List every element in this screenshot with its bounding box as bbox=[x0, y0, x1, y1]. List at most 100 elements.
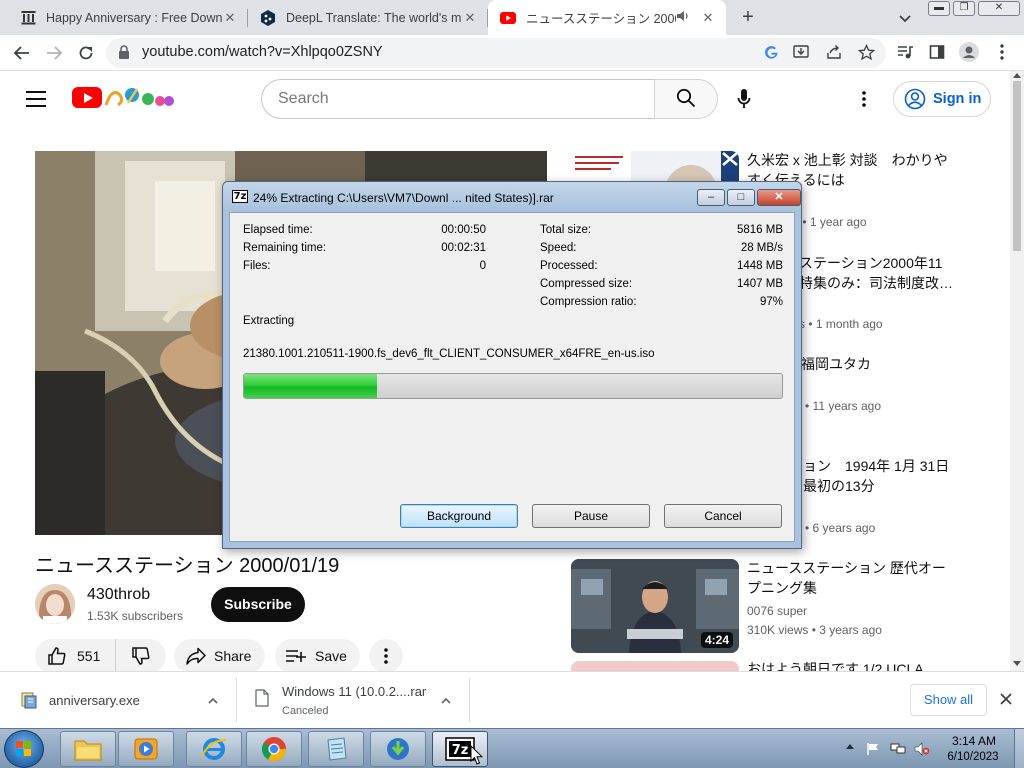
show-hidden-icons[interactable] bbox=[846, 744, 854, 749]
scroll-down-icon[interactable] bbox=[1013, 661, 1021, 666]
more-actions-button[interactable] bbox=[369, 639, 403, 673]
chrome-menu-icon[interactable] bbox=[991, 41, 1013, 63]
files-label: Files: bbox=[243, 260, 271, 272]
profile-icon[interactable] bbox=[958, 41, 980, 63]
side-panel-icon[interactable] bbox=[926, 41, 948, 63]
chevron-up-icon[interactable] bbox=[206, 694, 220, 708]
cancel-button[interactable]: Cancel bbox=[664, 504, 782, 528]
menu-icon[interactable] bbox=[26, 91, 46, 107]
network-icon[interactable] bbox=[890, 742, 906, 756]
show-desktop-button[interactable] bbox=[1014, 729, 1024, 768]
rec-thumbnail[interactable] bbox=[571, 661, 739, 671]
extraction-dialog[interactable]: 7z 24% Extracting C:\Users\VM7\Downl ...… bbox=[222, 181, 802, 549]
scroll-up-icon[interactable] bbox=[1013, 73, 1021, 78]
speed-label: Speed: bbox=[540, 242, 577, 254]
subscribe-button[interactable]: Subscribe bbox=[211, 587, 305, 622]
new-tab-button[interactable]: + bbox=[736, 6, 760, 30]
download-name: Windows 11 (10.0.2....rar bbox=[282, 684, 427, 699]
close-icon[interactable]: ✕ bbox=[700, 10, 716, 26]
pause-button[interactable]: Pause bbox=[532, 504, 650, 528]
dislike-button[interactable] bbox=[115, 639, 166, 673]
share-label: Share bbox=[214, 648, 252, 664]
remaining-time-value: 00:02:31 bbox=[441, 242, 486, 254]
media-control-icon[interactable] bbox=[894, 41, 916, 63]
more-options-icon[interactable] bbox=[852, 87, 876, 111]
clock-time[interactable]: 3:14 AM bbox=[946, 734, 1002, 748]
chevron-up-icon[interactable] bbox=[439, 694, 453, 708]
processed-value: 1448 MB bbox=[736, 260, 783, 272]
download-item[interactable]: anniversary.exe bbox=[0, 672, 236, 729]
page-scrollbar[interactable] bbox=[1010, 71, 1024, 671]
rec-thumbnail[interactable]: 4:24 bbox=[571, 559, 739, 653]
tab-news-station[interactable]: ニュースステーション 2000 ✕ bbox=[488, 0, 726, 35]
sign-in-button[interactable]: Sign in bbox=[893, 81, 991, 117]
operation-label: Extracting bbox=[243, 315, 295, 327]
elapsed-time-value: 00:00:50 bbox=[441, 224, 486, 236]
rec-title[interactable]: 福岡ユタカ bbox=[801, 354, 961, 374]
browser-tab-strip: Happy Anniversary : Free Downlo ✕ DeepL … bbox=[0, 0, 1024, 35]
close-icon[interactable]: ✕ bbox=[462, 10, 478, 26]
close-icon[interactable] bbox=[998, 691, 1014, 707]
clock-date[interactable]: 6/10/2023 bbox=[940, 751, 1006, 763]
reload-button[interactable] bbox=[74, 41, 98, 65]
search-button[interactable] bbox=[654, 79, 718, 119]
share-button[interactable]: Share bbox=[174, 639, 265, 673]
download-manager-taskbar-button[interactable] bbox=[370, 731, 426, 767]
minimize-button[interactable]: ▬ bbox=[928, 1, 950, 16]
channel-avatar[interactable] bbox=[35, 584, 75, 624]
browser-toolbar: youtube.com/watch?v=Xhlpqo0ZSNY bbox=[0, 35, 1024, 71]
audio-playing-icon[interactable] bbox=[676, 10, 692, 25]
voice-search-button[interactable] bbox=[730, 87, 758, 113]
download-item[interactable]: Windows 11 (10.0.2....rar Canceled bbox=[237, 672, 469, 729]
rec-channel[interactable]: 0076 super bbox=[747, 604, 807, 618]
background-button[interactable]: Background bbox=[400, 504, 518, 528]
search-input[interactable] bbox=[278, 88, 638, 110]
tab-title: ニュースステーション 2000 bbox=[526, 12, 676, 26]
like-button[interactable]: 551 bbox=[35, 639, 115, 673]
start-button[interactable] bbox=[4, 730, 44, 768]
youtube-doodle-logo[interactable] bbox=[104, 83, 176, 111]
media-player-taskbar-button[interactable] bbox=[118, 731, 174, 767]
google-icon[interactable] bbox=[760, 41, 782, 63]
url-text[interactable]: youtube.com/watch?v=Xhlpqo0ZSNY bbox=[142, 44, 383, 60]
back-button[interactable] bbox=[10, 41, 34, 65]
thumbs-down-icon bbox=[132, 647, 150, 665]
show-all-downloads-button[interactable]: Show all bbox=[910, 684, 987, 716]
close-button[interactable]: ✕ bbox=[757, 189, 801, 206]
search-box[interactable] bbox=[261, 79, 655, 119]
notepad-taskbar-button[interactable] bbox=[308, 731, 364, 767]
lock-icon[interactable] bbox=[118, 45, 130, 62]
save-button[interactable]: Save bbox=[275, 639, 360, 673]
channel-name[interactable]: 430throb bbox=[87, 586, 150, 604]
restore-button[interactable]: ❐ bbox=[953, 1, 975, 16]
elapsed-time-label: Elapsed time: bbox=[243, 224, 313, 236]
bookmark-star-icon[interactable] bbox=[855, 41, 877, 63]
action-center-flag-icon[interactable] bbox=[866, 742, 882, 756]
svg-text:7z: 7z bbox=[452, 743, 469, 758]
rec-title[interactable]: ステーション2000年11 特集のみ：司法制度改… bbox=[799, 253, 969, 293]
divider bbox=[469, 678, 470, 722]
rec-title[interactable]: ニュースステーション 歴代オープニング集 bbox=[747, 558, 957, 598]
close-icon[interactable]: ✕ bbox=[222, 10, 238, 26]
tab-deepl[interactable]: DeepL Translate: The world's mo ✕ bbox=[248, 0, 488, 35]
dialog-titlebar[interactable]: 7z 24% Extracting C:\Users\VM7\Downl ...… bbox=[223, 182, 801, 212]
tab-happy-anniversary[interactable]: Happy Anniversary : Free Downlo ✕ bbox=[8, 0, 248, 35]
internet-explorer-taskbar-button[interactable] bbox=[186, 731, 242, 767]
install-app-icon[interactable] bbox=[790, 41, 812, 63]
total-size-label: Total size: bbox=[540, 224, 592, 236]
chevron-down-icon[interactable] bbox=[896, 9, 914, 27]
rec-title[interactable]: おはよう朝日です 1/2 UCLA bbox=[747, 659, 957, 671]
close-window-button[interactable]: ✕ bbox=[978, 1, 1020, 16]
rec-title[interactable]: ョン 1994年 1月 31日 最初の13分 bbox=[803, 456, 963, 496]
share-page-icon[interactable] bbox=[823, 41, 845, 63]
youtube-logo[interactable] bbox=[72, 87, 102, 108]
explorer-taskbar-button[interactable] bbox=[60, 731, 116, 767]
forward-button[interactable] bbox=[42, 41, 66, 65]
maximize-button[interactable]: □ bbox=[727, 189, 755, 206]
minimize-button[interactable]: – bbox=[697, 189, 725, 206]
add-to-playlist-icon bbox=[286, 650, 306, 662]
volume-muted-icon[interactable] bbox=[914, 742, 930, 756]
chrome-taskbar-button[interactable] bbox=[246, 731, 302, 767]
installer-file-icon bbox=[21, 692, 37, 712]
scroll-thumb[interactable] bbox=[1013, 81, 1021, 251]
